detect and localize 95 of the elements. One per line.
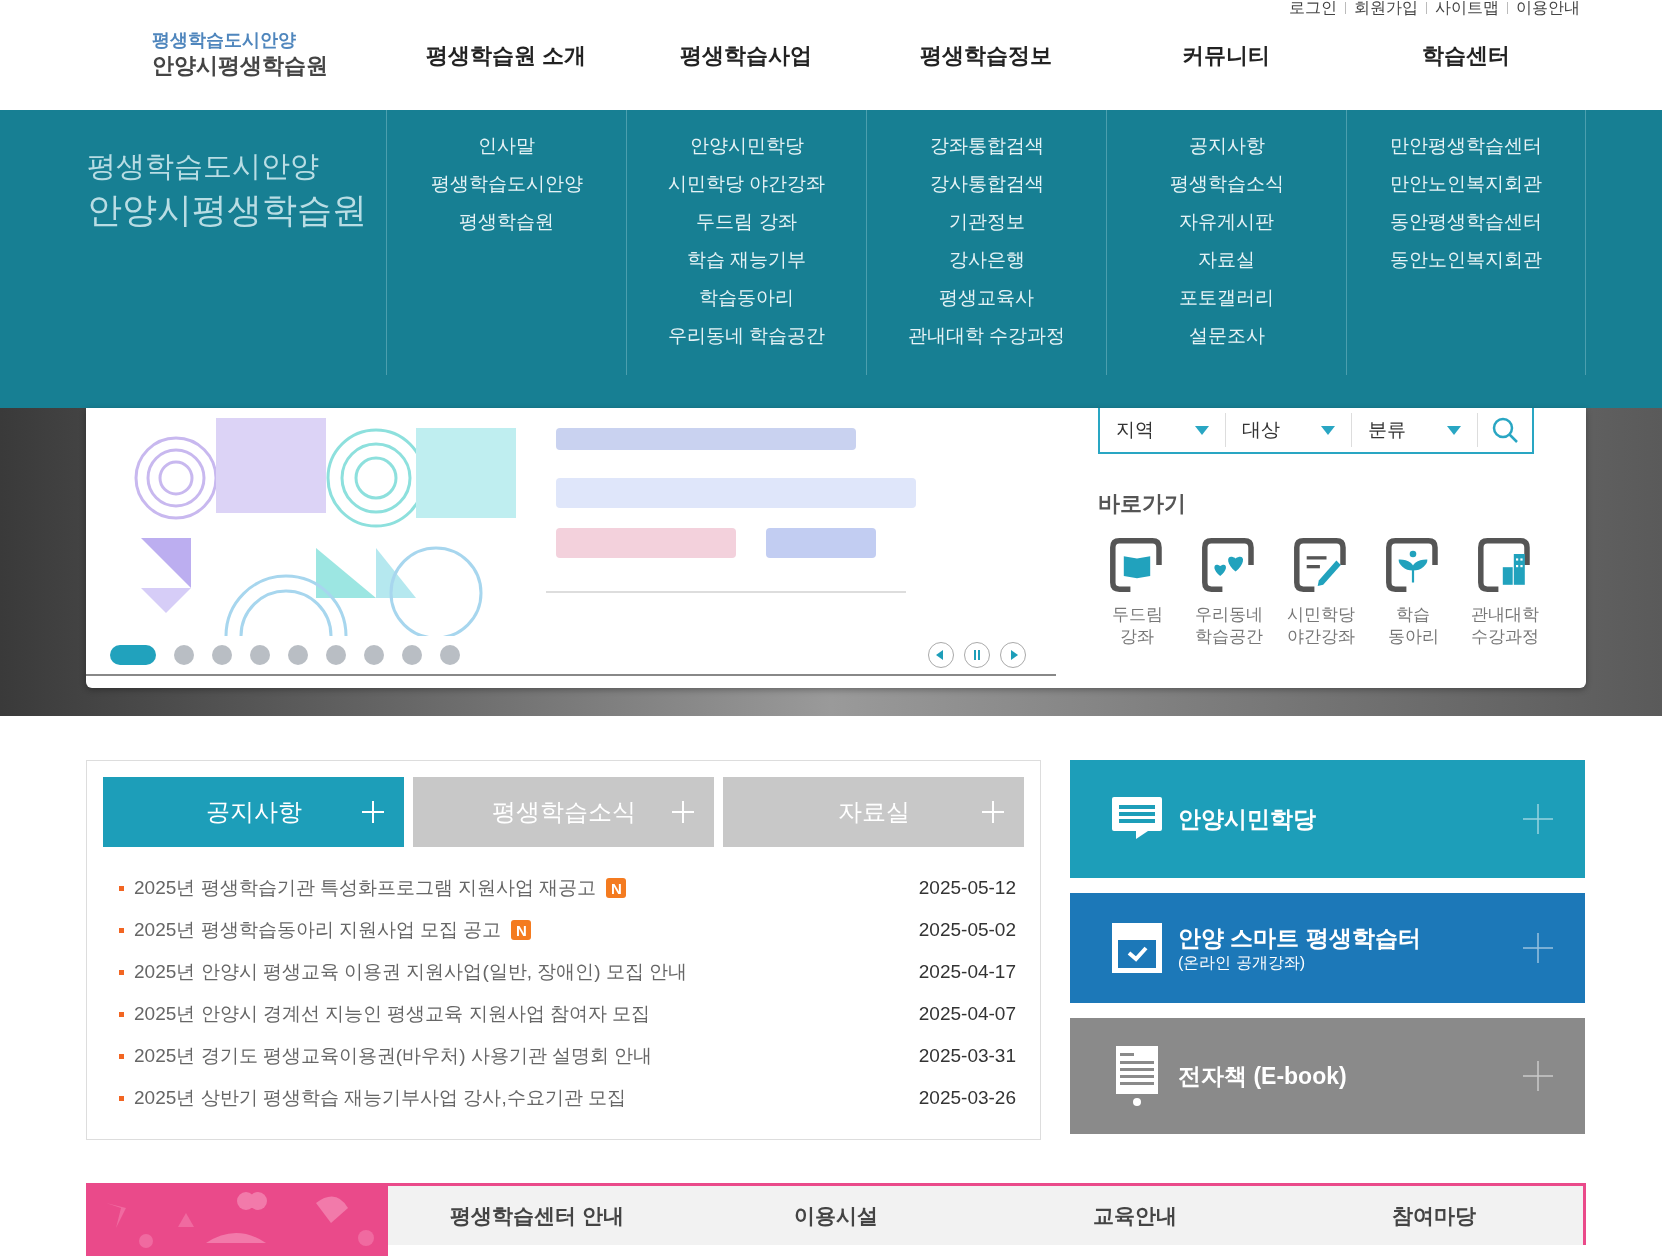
bullet-icon xyxy=(119,1095,124,1101)
bottom-tab[interactable]: 이용시설 xyxy=(686,1186,986,1245)
bullet-icon xyxy=(119,1053,124,1059)
new-badge: N xyxy=(511,920,532,940)
submenu-link[interactable]: 안양시민학당 xyxy=(689,132,804,160)
service-card[interactable]: 전자책 (E-book) xyxy=(1070,1018,1585,1134)
nav-link[interactable]: 평생학습원 소개 xyxy=(425,38,587,72)
submenu-link[interactable]: 포토갤러리 xyxy=(1179,284,1274,312)
post-date: 2025-04-07 xyxy=(918,1001,1016,1026)
caret-icon xyxy=(1195,425,1209,435)
card-title: 전자책 (E-book) xyxy=(1178,1062,1347,1091)
previous-button[interactable] xyxy=(928,642,954,668)
next-button[interactable] xyxy=(1000,642,1026,668)
submenu-link[interactable]: 강사통합검색 xyxy=(929,170,1044,198)
submenu-link[interactable]: 만안노인복지회관 xyxy=(1390,170,1542,198)
post-date: 2025-03-31 xyxy=(918,1043,1016,1068)
utility-link[interactable]: 이용안내 xyxy=(1516,0,1580,16)
bottom-tab[interactable]: 참여마당 xyxy=(1284,1186,1583,1245)
plus-icon xyxy=(982,801,1004,823)
post-date: 2025-05-12 xyxy=(918,875,1016,900)
post-title[interactable]: 2025년 안양시 경계선 지능인 평생교육 지원사업 참여자 모집 xyxy=(134,999,651,1029)
bullet-icon xyxy=(119,1011,124,1017)
submenu-link[interactable]: 동안평생학습센터 xyxy=(1390,208,1542,236)
quick-link[interactable]: 관내대학 수강과정 xyxy=(1466,532,1544,648)
card-title: 안양 스마트 평생학습터 xyxy=(1178,924,1421,953)
card-title: 안양시민학당 xyxy=(1178,805,1316,834)
bottom-tab[interactable]: 평생학습센터 안내 xyxy=(388,1186,687,1245)
utility-link[interactable]: 사이트맵 xyxy=(1435,0,1499,16)
submenu-link[interactable]: 만안평생학습센터 xyxy=(1390,132,1542,160)
menu-title: 안양시평생학습원 xyxy=(87,189,367,231)
plus-icon xyxy=(1523,804,1553,834)
post-date: 2025-04-17 xyxy=(918,959,1016,984)
service-card[interactable]: 안양 스마트 평생학습터 (온라인 공개강좌) xyxy=(1070,893,1585,1003)
bullet-icon xyxy=(119,885,124,891)
utility-link[interactable]: 회원가입 xyxy=(1354,0,1418,16)
filter-dropdown[interactable]: 분류 xyxy=(1352,413,1478,447)
card-subtitle: (온라인 공개강좌) xyxy=(1178,953,1307,973)
plus-icon xyxy=(1523,1061,1553,1091)
post-date: 2025-03-26 xyxy=(918,1085,1016,1110)
submenu-link[interactable]: 동안노인복지회관 xyxy=(1390,246,1542,274)
submenu-link[interactable]: 강좌통합검색 xyxy=(929,132,1044,160)
post-title[interactable]: 2025년 안양시 평생교육 이용권 지원사업(일반, 장애인) 모집 안내 xyxy=(134,957,688,987)
post-date: 2025-05-02 xyxy=(918,917,1016,942)
caret-icon xyxy=(1447,425,1461,435)
pause-icon xyxy=(971,649,983,661)
bullet-icon xyxy=(119,969,124,975)
submenu-link[interactable]: 기관정보 xyxy=(948,208,1025,236)
checkbox-icon xyxy=(1112,923,1162,973)
logo-subtitle: 평생학습도시안양 xyxy=(152,29,297,51)
submenu-link[interactable]: 우리동네 학습공간 xyxy=(667,322,826,350)
nav-link[interactable]: 커뮤니티 xyxy=(1182,38,1270,72)
filter-dropdown[interactable]: 대상 xyxy=(1226,413,1352,447)
section-title: 바로가기 xyxy=(1098,490,1187,518)
post-title[interactable]: 2025년 상반기 평생학습 재능기부사업 강사,수요기관 모집 xyxy=(134,1083,626,1113)
plus-icon xyxy=(362,801,384,823)
submenu-link[interactable]: 공지사항 xyxy=(1188,132,1265,160)
bullet-icon xyxy=(119,927,124,933)
submenu-link[interactable]: 학습 재능기부 xyxy=(686,246,807,274)
submenu-link[interactable]: 인사말 xyxy=(478,132,535,160)
submenu-link[interactable]: 평생교육사 xyxy=(939,284,1034,312)
pause-button[interactable] xyxy=(964,642,990,668)
document-icon xyxy=(1116,1046,1158,1106)
nav-link[interactable]: 평생학습사업 xyxy=(680,38,812,72)
submenu-link[interactable]: 평생학습도시안양 xyxy=(430,170,583,198)
submenu-link[interactable]: 강사은행 xyxy=(948,246,1025,274)
post-title[interactable]: 2025년 경기도 평생교육이용권(바우처) 사용기관 설명회 안내 xyxy=(134,1041,653,1071)
board-tab[interactable]: 공지사항 xyxy=(103,777,404,847)
submenu-link[interactable]: 두드림 강좌 xyxy=(696,208,797,236)
service-card[interactable]: 안양시민학당 xyxy=(1070,760,1585,878)
submenu-link[interactable]: 시민학당 야간강좌 xyxy=(667,170,826,198)
utility-link[interactable]: 로그인 xyxy=(1289,0,1337,16)
quick-link[interactable]: 두드림 강좌 xyxy=(1098,532,1176,648)
quick-link[interactable]: 우리동네 학습공간 xyxy=(1190,532,1268,648)
plus-icon xyxy=(1523,933,1553,963)
submenu-link[interactable]: 학습동아리 xyxy=(699,284,794,312)
submenu-link[interactable]: 평생학습원 xyxy=(459,208,554,236)
bottom-tab[interactable]: 교육안내 xyxy=(985,1186,1285,1245)
filter-dropdown[interactable]: 지역 xyxy=(1100,413,1226,447)
menu-subtitle: 평생학습도시안양 xyxy=(87,149,320,184)
quick-link[interactable]: 학습 동아리 xyxy=(1374,532,1452,648)
new-badge: N xyxy=(606,878,627,898)
caret-icon xyxy=(1321,425,1335,435)
post-title[interactable]: 2025년 평생학습동아리 지원사업 모집 공고 xyxy=(134,915,502,945)
submenu-link[interactable]: 관내대학 수강과정 xyxy=(907,322,1066,350)
nav-link[interactable]: 학습센터 xyxy=(1422,38,1510,72)
submenu-link[interactable]: 자유게시판 xyxy=(1179,208,1274,236)
plus-icon xyxy=(672,801,694,823)
chat-icon xyxy=(1112,797,1162,841)
submenu-link[interactable]: 평생학습소식 xyxy=(1169,170,1284,198)
post-title[interactable]: 2025년 평생학습기관 특성화프로그램 지원사업 재공고 xyxy=(134,873,597,903)
logo-title: 안양시평생학습원 xyxy=(152,52,329,80)
quick-link[interactable]: 시민학당 야간강좌 xyxy=(1282,532,1360,648)
submenu-link[interactable]: 자료실 xyxy=(1198,246,1255,274)
nav-link[interactable]: 평생학습정보 xyxy=(920,38,1052,72)
submenu-link[interactable]: 설문조사 xyxy=(1188,322,1265,350)
